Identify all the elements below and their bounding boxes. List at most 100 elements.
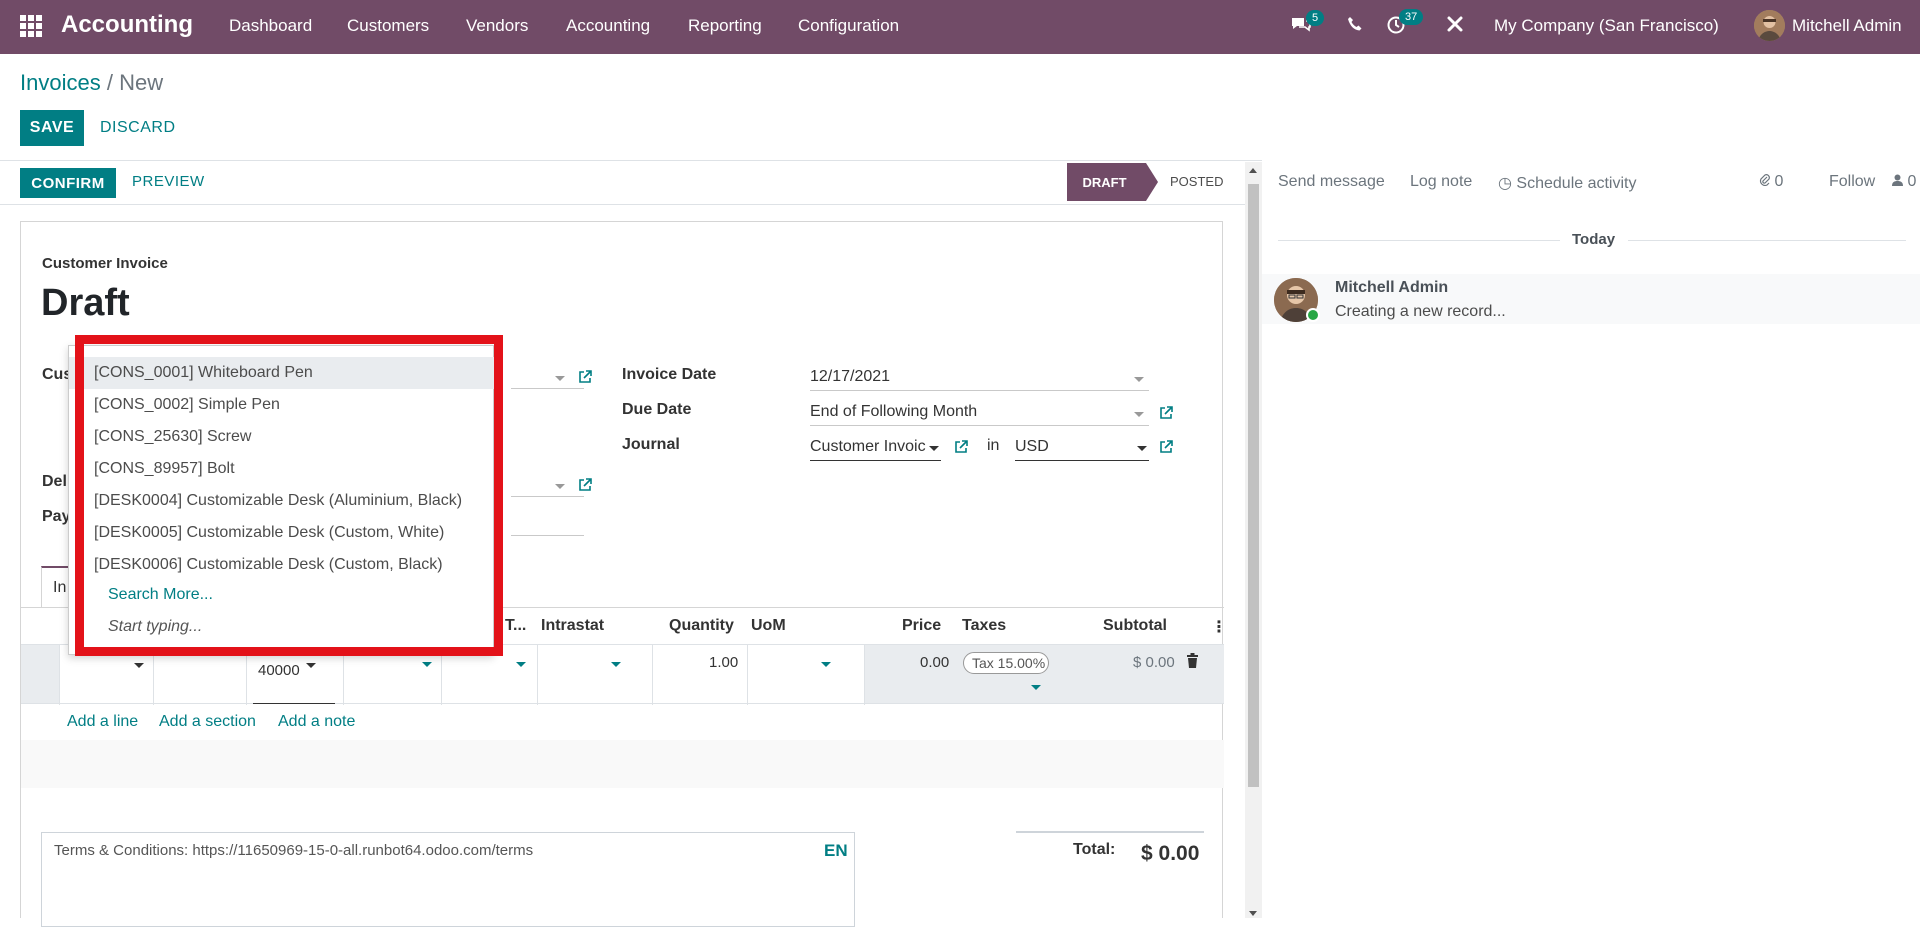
tab-invoice-lines-label: In — [53, 579, 67, 596]
price-field[interactable]: 0.00 — [920, 654, 949, 671]
column-header-subtotal[interactable]: Subtotal — [1103, 617, 1167, 635]
journal-field[interactable]: Customer Invoic — [810, 438, 934, 456]
breadcrumb-separator: / — [106, 70, 113, 95]
debug-tools-icon[interactable] — [1446, 15, 1464, 38]
user-icon — [1892, 173, 1907, 190]
terms-conditions-field[interactable]: Terms & Conditions: https://11650969-15-… — [41, 832, 855, 927]
today-divider-right — [1628, 240, 1906, 241]
due-date-field[interactable]: End of Following Month — [810, 403, 977, 421]
optional-columns-kebab-icon[interactable]: ⋮ — [1211, 617, 1227, 637]
menu-accounting[interactable]: Accounting — [566, 16, 650, 36]
invoice-date-label: Invoice Date — [622, 366, 717, 383]
column-header-intrastat[interactable]: Intrastat — [541, 617, 604, 635]
due-date-underline — [810, 425, 1149, 426]
delivery-external-link-icon[interactable] — [577, 477, 592, 491]
account-field[interactable]: 40000 — [258, 662, 300, 679]
customer-field-underline — [511, 388, 584, 389]
currency-external-link-icon[interactable] — [1158, 439, 1173, 453]
follow-button[interactable]: Follow — [1829, 173, 1875, 191]
terms-text: Terms & Conditions: https://11650969-15-… — [54, 842, 534, 859]
app-name: Accounting — [61, 11, 193, 38]
account-caret[interactable] — [306, 663, 316, 668]
statusbar-divider — [0, 204, 1245, 205]
add-note-link[interactable]: Add a note — [278, 713, 355, 731]
send-message-button[interactable]: Send message — [1278, 173, 1385, 191]
taxes-caret[interactable] — [1031, 685, 1041, 690]
today-separator: Today — [1572, 231, 1616, 248]
uom-caret[interactable] — [821, 662, 831, 667]
confirm-button[interactable]: CONFIRM — [20, 168, 116, 198]
save-button[interactable]: SAVE — [20, 110, 84, 146]
column-header-quantity[interactable]: Quantity — [669, 617, 734, 635]
breadcrumb: Invoices / New — [20, 70, 163, 96]
column-header-taxes[interactable]: Taxes — [962, 617, 1006, 635]
control-panel-divider — [0, 160, 1262, 161]
breadcrumb-invoices[interactable]: Invoices — [20, 70, 101, 95]
total-divider — [1016, 831, 1204, 833]
journal-caret[interactable] — [929, 446, 939, 451]
currency-underline — [1015, 460, 1149, 461]
clock-icon: ◷ — [1498, 175, 1512, 192]
journal-external-link-icon[interactable] — [953, 439, 968, 453]
menu-vendors[interactable]: Vendors — [466, 16, 528, 36]
highlight-annotation-box — [75, 335, 503, 656]
menu-reporting[interactable]: Reporting — [688, 16, 762, 36]
delivery-dropdown-caret[interactable] — [555, 484, 565, 489]
chatter-panel: Send message Log note ◷ Schedule activit… — [1262, 162, 1920, 918]
apps-grid-icon[interactable] — [20, 15, 42, 37]
phone-icon[interactable] — [1347, 16, 1364, 38]
form-scrollbar[interactable] — [1245, 162, 1262, 918]
log-note-button[interactable]: Log note — [1410, 173, 1472, 191]
quantity-field[interactable]: 1.00 — [709, 654, 738, 671]
menu-customers[interactable]: Customers — [347, 16, 429, 36]
intrastat-caret[interactable] — [611, 662, 621, 667]
customer-dropdown-caret[interactable] — [555, 376, 565, 381]
add-line-link[interactable]: Add a line — [67, 713, 138, 731]
row-divider — [747, 645, 748, 705]
column-header-tax-grid[interactable]: T... — [505, 617, 526, 635]
due-date-external-link-icon[interactable] — [1158, 405, 1173, 419]
column-header-price[interactable]: Price — [902, 617, 941, 635]
row-divider — [652, 645, 653, 705]
stage-posted[interactable]: POSTED — [1170, 174, 1223, 189]
tax-grid-caret[interactable] — [516, 662, 526, 667]
preview-button[interactable]: PREVIEW — [132, 173, 205, 190]
schedule-activity-button[interactable]: ◷ Schedule activity — [1498, 173, 1636, 193]
currency-caret[interactable] — [1137, 446, 1147, 451]
invoice-date-field[interactable]: 12/17/2021 — [810, 368, 890, 386]
customer-external-link-icon[interactable] — [577, 369, 592, 383]
invoice-date-caret[interactable] — [1134, 377, 1144, 382]
currency-field[interactable]: USD — [1015, 438, 1049, 456]
menu-configuration[interactable]: Configuration — [798, 16, 899, 36]
tax-tag[interactable]: Tax 15.00% — [963, 652, 1049, 674]
stage-draft[interactable]: DRAFT — [1067, 163, 1146, 201]
delivery-field-underline — [511, 496, 584, 497]
company-switcher[interactable]: My Company (San Francisco) — [1494, 16, 1719, 36]
column-header-uom[interactable]: UoM — [751, 617, 786, 635]
attachments-button[interactable]: 0 — [1759, 173, 1783, 191]
scrollbar-thumb[interactable] — [1248, 184, 1259, 787]
due-date-caret[interactable] — [1134, 412, 1144, 417]
table-footer-spacer — [21, 740, 1224, 788]
analytic-caret[interactable] — [422, 662, 432, 667]
product-caret[interactable] — [134, 663, 144, 668]
user-menu[interactable]: Mitchell Admin — [1792, 16, 1902, 36]
message-author[interactable]: Mitchell Admin — [1335, 279, 1448, 297]
scroll-down-arrow[interactable] — [1249, 911, 1257, 916]
menu-dashboard[interactable]: Dashboard — [229, 16, 312, 36]
language-button[interactable]: EN — [824, 841, 848, 861]
delivery-address-label: Deli — [42, 473, 72, 490]
online-status-icon — [1306, 308, 1320, 322]
payment-reference-label: Pay — [42, 508, 71, 525]
due-date-label: Due Date — [622, 401, 692, 418]
invoice-date-underline — [810, 390, 1149, 391]
row-divider — [537, 645, 538, 705]
add-section-link[interactable]: Add a section — [159, 713, 256, 731]
trash-icon[interactable] — [1186, 653, 1199, 673]
payment-ref-underline — [511, 535, 584, 536]
scroll-up-arrow[interactable] — [1249, 168, 1257, 173]
user-avatar[interactable] — [1754, 10, 1785, 41]
schedule-activity-label: Schedule activity — [1516, 175, 1637, 192]
discard-button[interactable]: DISCARD — [100, 119, 176, 137]
followers-button[interactable]: 0 — [1892, 173, 1916, 191]
